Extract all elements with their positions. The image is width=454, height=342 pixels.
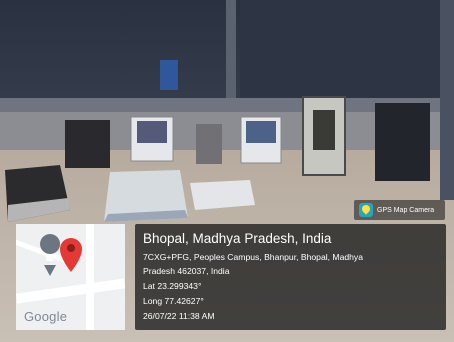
google-logo: Google: [24, 309, 68, 324]
datetime: 26/07/22 11:38 AM: [143, 311, 215, 321]
jar-content: [313, 110, 335, 150]
latitude: Lat 23.299343°: [143, 281, 202, 291]
map-thumbnail: Google: [16, 224, 125, 330]
photo-frame: GPS Map Camera Google Bhopal, Madhya Pra…: [0, 0, 454, 342]
specimen-3: [246, 121, 276, 143]
gps-map-camera-badge: GPS Map Camera: [354, 200, 445, 220]
right-wall: [440, 0, 454, 200]
specimen-1: [137, 121, 167, 143]
badge-label: GPS Map Camera: [377, 206, 435, 214]
location-title: Bhopal, Madhya Pradesh, India: [143, 231, 332, 246]
dark-box-left: [65, 120, 110, 168]
blue-object: [160, 60, 178, 90]
address-line-2: Pradesh 462037, India: [143, 266, 230, 276]
place-marker-icon: [40, 234, 61, 276]
address-line-1: 7CXG+PFG, Peoples Campus, Bhanpur, Bhopa…: [143, 252, 363, 262]
specimen-stand-2: [196, 124, 222, 164]
longitude: Long 77.42627°: [143, 296, 204, 306]
right-window: [240, 0, 440, 100]
shelf-edge: [0, 98, 440, 112]
gps-map-camera-app-icon: [359, 203, 373, 217]
location-pin-icon: [60, 238, 82, 272]
papers-right: [190, 180, 255, 210]
location-info-panel: Bhopal, Madhya Pradesh, India 7CXG+PFG, …: [135, 224, 446, 330]
dark-case: [375, 103, 430, 181]
